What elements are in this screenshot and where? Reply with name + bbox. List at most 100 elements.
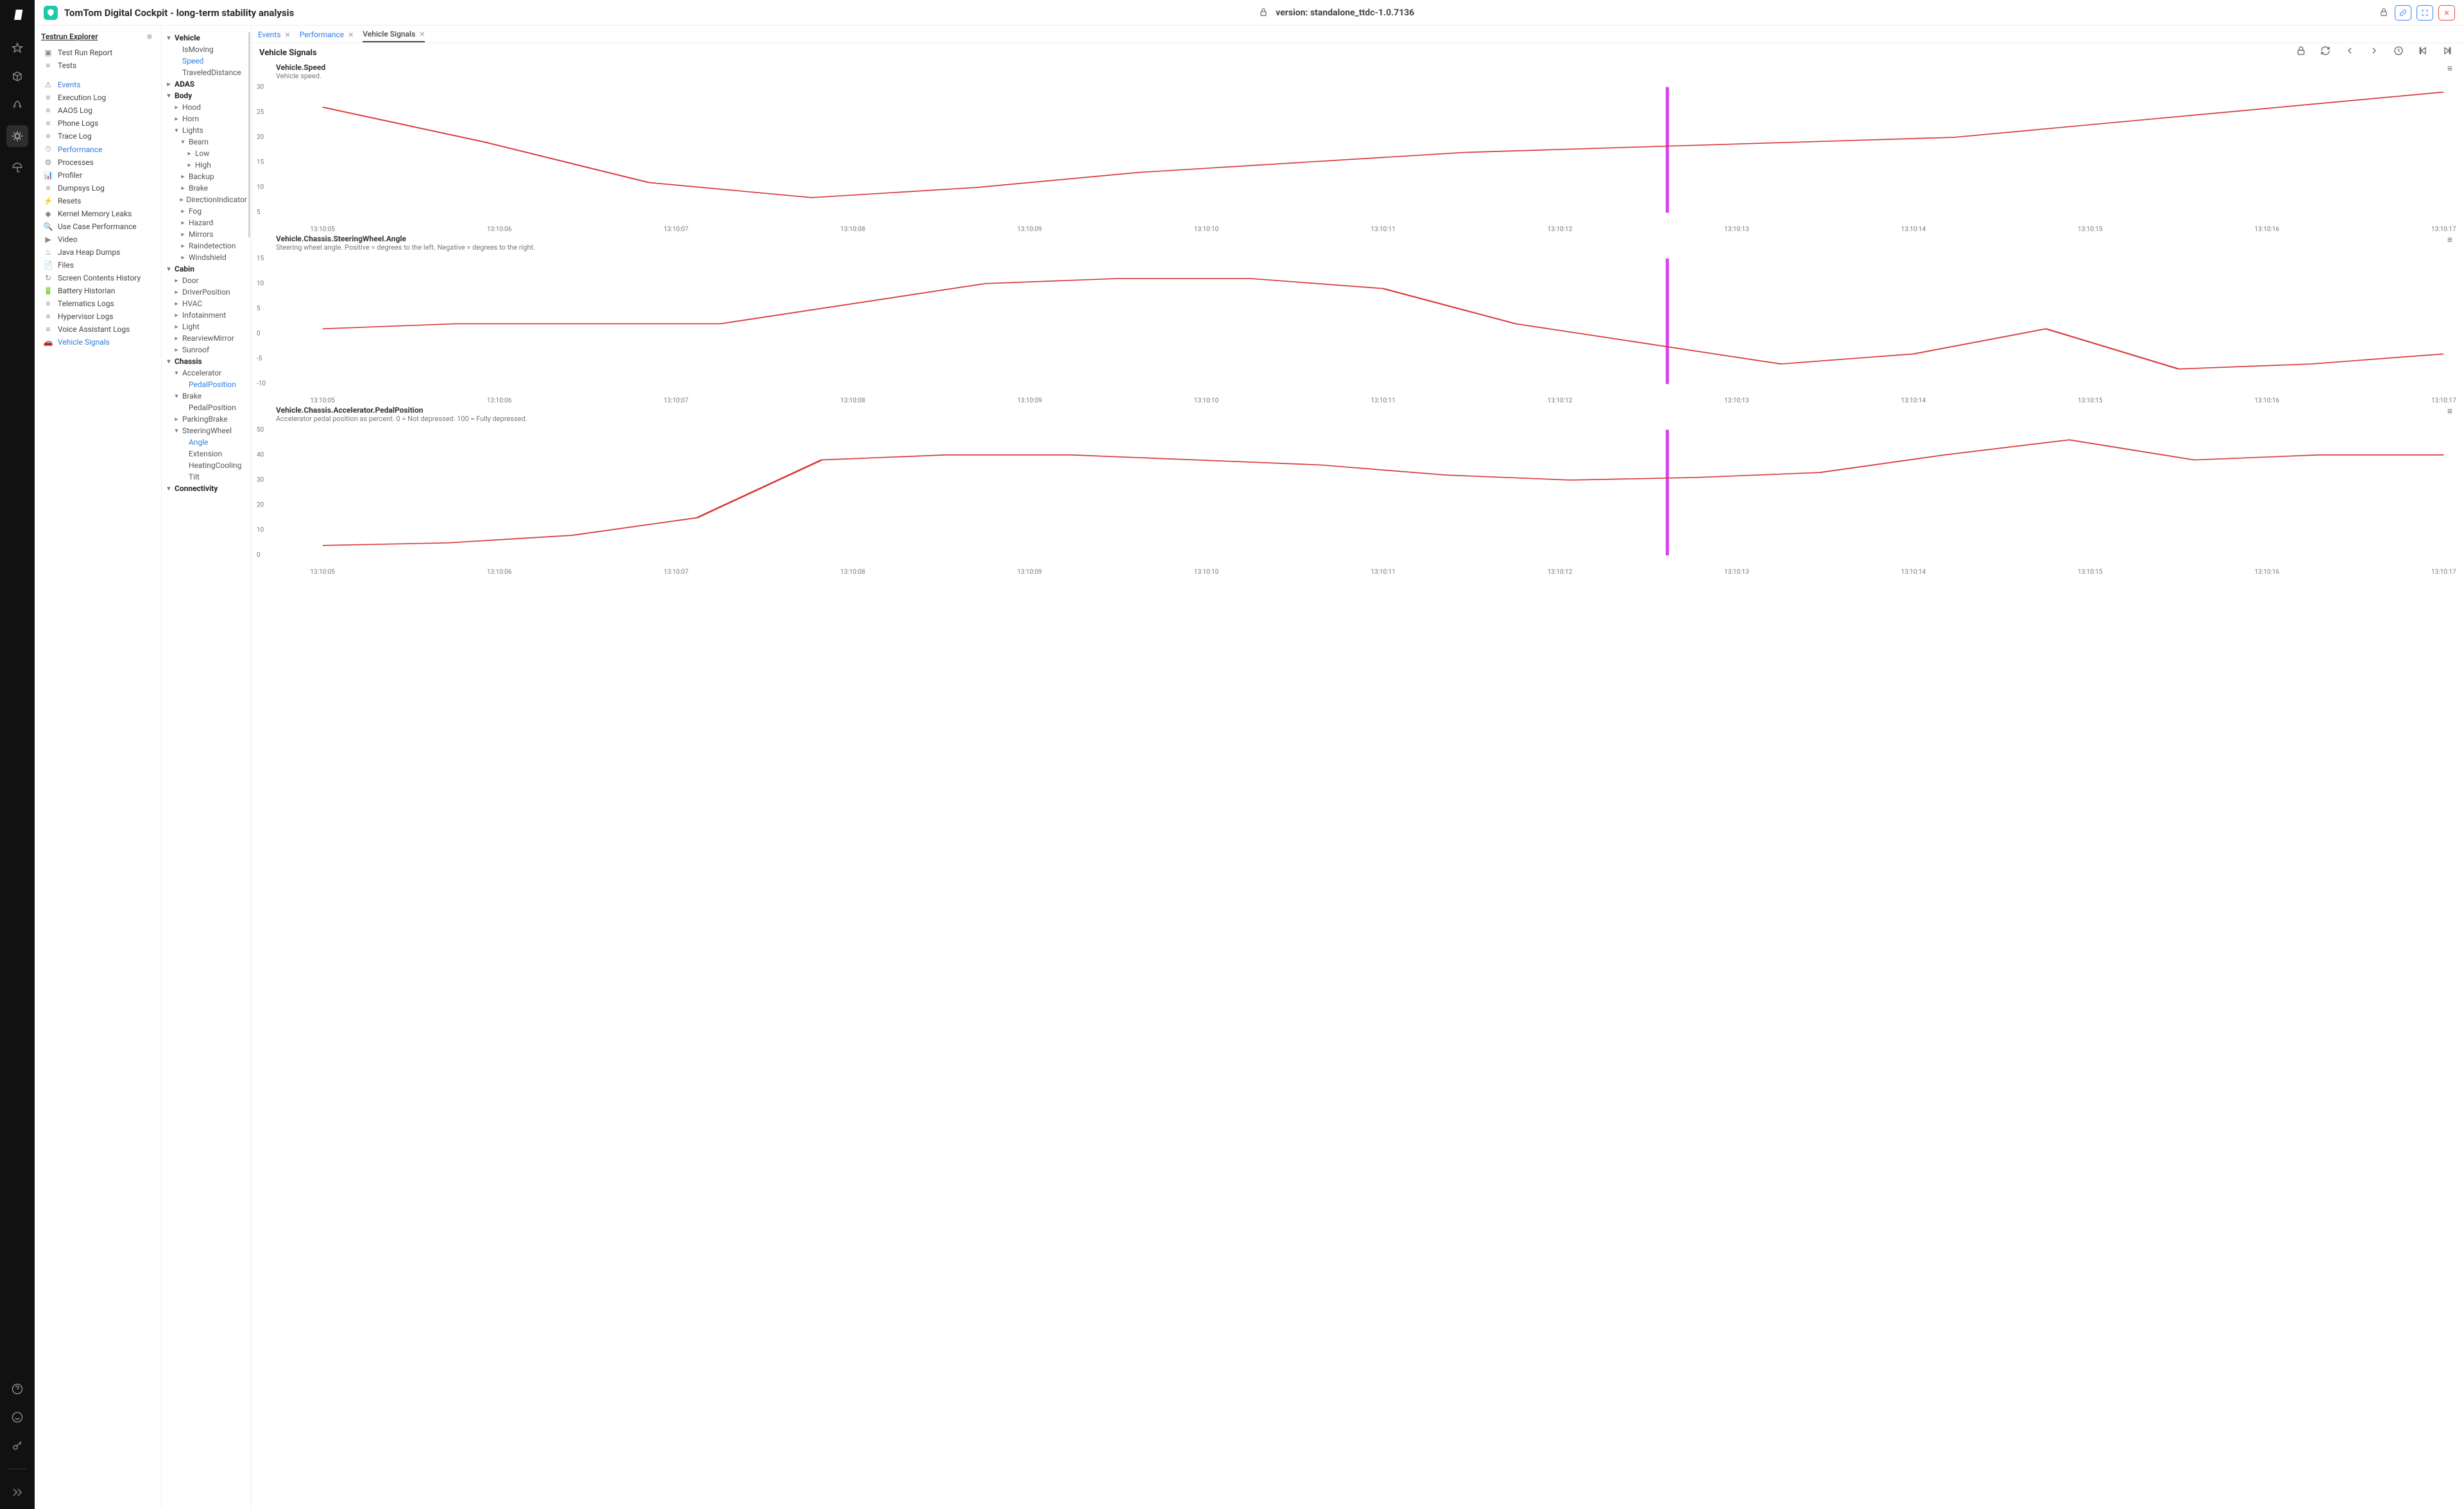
tree-node-traveleddistance[interactable]: TraveledDistance: [166, 67, 247, 78]
sidebar-item-use-case-performance[interactable]: 🔍Use Case Performance: [41, 220, 161, 233]
tree-node-backup[interactable]: ▸Backup: [166, 171, 247, 182]
tab-performance[interactable]: Performance✕: [300, 30, 354, 42]
skip-forward-icon[interactable]: [2442, 46, 2452, 58]
sidebar-section-header[interactable]: Testrun Explorer: [41, 32, 161, 41]
sidebar-item-events[interactable]: ⚠Events: [41, 78, 161, 91]
refresh-icon[interactable]: [2320, 46, 2331, 58]
chart-plot[interactable]: -10-505101513:10:0513:10:0613:10:0713:10…: [257, 254, 2452, 395]
tree-node-extension[interactable]: Extension: [166, 448, 247, 460]
close-icon[interactable]: ✕: [348, 31, 354, 39]
clock-icon[interactable]: [2393, 46, 2404, 58]
help-icon[interactable]: [10, 1381, 25, 1397]
tree-node-lights[interactable]: ▾Lights: [166, 125, 247, 136]
sidebar-item-files[interactable]: 📄Files: [41, 259, 161, 272]
key-icon[interactable]: [10, 1438, 25, 1453]
sidebar-item-aaos-log[interactable]: ≡AAOS Log: [41, 104, 161, 117]
tree-node-raindetection[interactable]: ▸Raindetection: [166, 240, 247, 252]
sidebar-item-profiler[interactable]: 📊Profiler: [41, 169, 161, 182]
smile-icon[interactable]: [10, 1410, 25, 1425]
chart-menu-icon[interactable]: ≡: [2447, 63, 2452, 74]
tree-node-rearviewmirror[interactable]: ▸RearviewMirror: [166, 332, 247, 344]
tree-node-high[interactable]: ▸High: [166, 159, 247, 171]
tree-node-heatingcooling[interactable]: HeatingCooling: [166, 460, 247, 471]
package-icon[interactable]: [10, 69, 25, 84]
tree-node-brake[interactable]: ▸Brake: [166, 182, 247, 194]
tree-node-sunroof[interactable]: ▸Sunroof: [166, 344, 247, 356]
tree-node-brake[interactable]: ▾Brake: [166, 390, 247, 402]
tree-node-connectivity[interactable]: ▾Connectivity: [166, 483, 247, 494]
sidebar-item-battery-historian[interactable]: 🔋Battery Historian: [41, 284, 161, 297]
rocket-icon[interactable]: [10, 97, 25, 112]
sidebar-item-processes[interactable]: ⚙Processes: [41, 156, 161, 169]
tree-node-steeringwheel[interactable]: ▾SteeringWheel: [166, 425, 247, 436]
tree-node-fog[interactable]: ▸Fog: [166, 205, 247, 217]
tree-node-chassis[interactable]: ▾Chassis: [166, 356, 247, 367]
sidebar-item-performance[interactable]: ⏱Performance: [41, 142, 161, 156]
tree-node-hvac[interactable]: ▸HVAC: [166, 298, 247, 309]
tree-node-windshield[interactable]: ▸Windshield: [166, 252, 247, 263]
tree-node-body[interactable]: ▾Body: [166, 90, 247, 101]
tree-node-adas[interactable]: ▸ADAS: [166, 78, 247, 90]
chart-menu-icon[interactable]: ≡: [2447, 406, 2452, 417]
next-icon[interactable]: [2369, 46, 2379, 58]
sidebar-item-java-heap-dumps[interactable]: ♨Java Heap Dumps: [41, 246, 161, 259]
sidebar-item-trace-log[interactable]: ≡Trace Log: [41, 130, 161, 142]
lock-icon[interactable]: [2296, 46, 2306, 58]
tree-node-tilt[interactable]: Tilt: [166, 471, 247, 483]
sidebar-item-screen-contents-history[interactable]: ↻Screen Contents History: [41, 272, 161, 284]
tree-node-pedalposition[interactable]: PedalPosition: [166, 402, 247, 413]
sidebar-item-test-run-report[interactable]: ▣Test Run Report: [41, 46, 161, 59]
tree-node-light[interactable]: ▸Light: [166, 321, 247, 332]
sidebar-item-hypervisor-logs[interactable]: ≡Hypervisor Logs: [41, 310, 161, 323]
link-button[interactable]: [2395, 5, 2411, 21]
expand-rail-icon[interactable]: [10, 1485, 25, 1500]
tree-node-low[interactable]: ▸Low: [166, 148, 247, 159]
chart-menu-icon[interactable]: ≡: [2447, 234, 2452, 245]
sidebar-item-dumpsys-log[interactable]: ≡Dumpsys Log: [41, 182, 161, 194]
tree-node-ismoving[interactable]: IsMoving: [166, 44, 247, 55]
tree-node-pedalposition[interactable]: PedalPosition: [166, 379, 247, 390]
chart-plot[interactable]: 5101520253013:10:0513:10:0613:10:0713:10…: [257, 83, 2452, 224]
tree-node-speed[interactable]: Speed: [166, 55, 247, 67]
tree-node-accelerator[interactable]: ▾Accelerator: [166, 367, 247, 379]
sidebar-item-telematics-logs[interactable]: ≡Telematics Logs: [41, 297, 161, 310]
chart-plot[interactable]: 0102030405013:10:0513:10:0613:10:0713:10…: [257, 426, 2452, 567]
sidebar-item-phone-logs[interactable]: ≡Phone Logs: [41, 117, 161, 130]
sidebar-item-execution-log[interactable]: ≡Execution Log: [41, 91, 161, 104]
sidebar-item-kernel-memory-leaks[interactable]: ◆Kernel Memory Leaks: [41, 207, 161, 220]
tab-events[interactable]: Events✕: [258, 30, 291, 42]
tree-label: Accelerator: [182, 368, 221, 377]
sidebar-item-resets[interactable]: ⚡Resets: [41, 194, 161, 207]
tree-node-mirrors[interactable]: ▸Mirrors: [166, 229, 247, 240]
tree-node-beam[interactable]: ▾Beam: [166, 136, 247, 148]
bug-icon[interactable]: [6, 125, 28, 147]
tree-node-cabin[interactable]: ▾Cabin: [166, 263, 247, 275]
top-bar: TomTom Digital Cockpit - long-term stabi…: [35, 0, 2464, 26]
tree-node-horn[interactable]: ▸Horn: [166, 113, 247, 125]
tree-node-infotainment[interactable]: ▸Infotainment: [166, 309, 247, 321]
sidebar-item-video[interactable]: ▶Video: [41, 233, 161, 246]
tree-node-driverposition[interactable]: ▸DriverPosition: [166, 286, 247, 298]
tree-node-vehicle[interactable]: ▾Vehicle: [166, 32, 247, 44]
y-tick-label: 50: [257, 426, 264, 433]
x-tick-label: 13:10:17: [2431, 569, 2456, 576]
tree-node-angle[interactable]: Angle: [166, 436, 247, 448]
tree-node-parkingbrake[interactable]: ▸ParkingBrake: [166, 413, 247, 425]
tree-node-hood[interactable]: ▸Hood: [166, 101, 247, 113]
tab-vehicle-signals[interactable]: Vehicle Signals✕: [363, 30, 425, 42]
lock-icon[interactable]: [2379, 8, 2390, 18]
sidebar-item-voice-assistant-logs[interactable]: ≡Voice Assistant Logs: [41, 323, 161, 336]
tree-node-door[interactable]: ▸Door: [166, 275, 247, 286]
prev-icon[interactable]: [2345, 46, 2355, 58]
sidebar-item-vehicle-signals[interactable]: 🚗Vehicle Signals: [41, 336, 161, 349]
umbrella-icon[interactable]: [10, 160, 25, 175]
close-button[interactable]: [2438, 5, 2455, 21]
skip-back-icon[interactable]: [2418, 46, 2428, 58]
close-icon[interactable]: ✕: [419, 30, 425, 39]
fullscreen-button[interactable]: [2417, 5, 2433, 21]
tree-node-directionindicator[interactable]: ▸DirectionIndicator: [166, 194, 247, 205]
sidebar-item-tests[interactable]: ≡Tests: [41, 59, 161, 72]
tree-node-hazard[interactable]: ▸Hazard: [166, 217, 247, 229]
star-icon[interactable]: [10, 40, 25, 56]
close-icon[interactable]: ✕: [285, 31, 291, 39]
